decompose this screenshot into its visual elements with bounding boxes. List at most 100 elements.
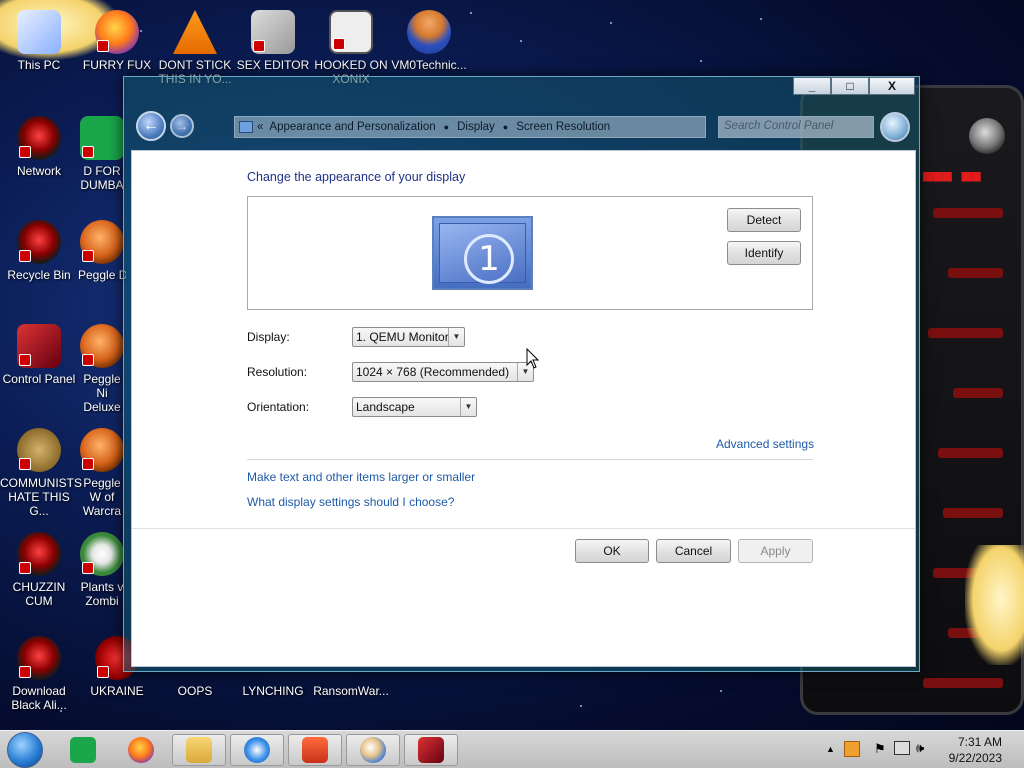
taskbar-internet-explorer[interactable] <box>230 734 284 766</box>
desktop-icon-recycle-bin[interactable]: Recycle Bin <box>0 220 78 282</box>
cartoon-character-decoration <box>965 545 1024 665</box>
taskbar-paint[interactable] <box>346 734 400 766</box>
desktop-icon-peggle-warcraft[interactable]: Peggle W of Warcra <box>78 428 126 518</box>
display-select[interactable]: 1. QEMU Monitor ▼ <box>352 327 465 347</box>
footer-divider <box>132 528 915 529</box>
cancel-button[interactable]: Cancel <box>656 539 731 563</box>
detect-button[interactable]: Detect <box>727 208 801 232</box>
screen-resolution-window: _ □ X ← → « Appearance and Personalizati… <box>123 76 920 672</box>
ok-button[interactable]: OK <box>575 539 649 563</box>
desktop-icon-dont-stick[interactable]: DONT STICK THIS IN YO... <box>156 10 234 86</box>
clock-time: 7:31 AM <box>957 735 1002 749</box>
desktop-icon-download-black-alien[interactable]: Download Black Ali... <box>0 636 78 712</box>
notes-app-icon <box>70 737 96 763</box>
firefox-icon <box>95 10 139 54</box>
navigation-bar: ← → « Appearance and Personalization ● D… <box>132 111 915 142</box>
breadcrumb-display[interactable]: Display <box>457 121 495 133</box>
screen-resolution-content: Change the appearance of your display 1 … <box>131 150 916 667</box>
taskbar-media-player[interactable] <box>288 734 342 766</box>
desktop-icon-chuzzin[interactable]: CHUZZIN CUM <box>0 532 78 608</box>
alien-decor-text: ■■■ ■■ <box>923 166 981 185</box>
desktop-icon-peggle-de[interactable]: Peggle De <box>78 220 126 282</box>
page-title: Change the appearance of your display <box>247 170 466 184</box>
breadcrumb-screen-resolution[interactable]: Screen Resolution <box>516 121 610 133</box>
display-label: Display: <box>247 330 290 344</box>
minimize-button[interactable]: _ <box>793 77 831 95</box>
hex-editor-icon <box>251 10 295 54</box>
notes-app-icon <box>80 116 124 160</box>
chevron-down-icon: ▼ <box>460 398 476 416</box>
control-panel-icon <box>418 737 444 763</box>
recycle-bin-icon <box>17 220 61 264</box>
resolution-select-value: 1024 × 768 (Recommended) <box>356 365 510 379</box>
identify-button[interactable]: Identify <box>727 241 801 265</box>
orientation-select-value: Landscape <box>356 400 415 414</box>
desktop-icon-peggle-nights[interactable]: Peggle Ni Deluxe <box>78 324 126 414</box>
desktop-icon-this-pc[interactable]: This PC <box>0 10 78 72</box>
desktop-icon-network[interactable]: Network <box>0 116 78 178</box>
clock[interactable]: 7:31 AM 9/22/2023 <box>949 734 1002 766</box>
person-icon <box>407 10 451 54</box>
resolution-label: Resolution: <box>247 365 308 379</box>
display-select-value: 1. QEMU Monitor <box>356 330 449 344</box>
action-center-flag-icon[interactable]: ⚑ <box>874 741 886 757</box>
breadcrumb-separator-icon[interactable]: ● <box>444 122 449 132</box>
desktop-icon-communists[interactable]: COMMUNISTS HATE THIS G... <box>0 428 82 518</box>
display-preview-area: 1 Detect Identify <box>247 196 813 310</box>
taskbar-file-explorer[interactable] <box>172 734 226 766</box>
desktop-icon-hooked-on-xonix[interactable]: HOOKED ON XONIX <box>312 10 390 86</box>
firefox-icon <box>128 737 154 763</box>
control-panel-icon <box>239 121 253 133</box>
peggle-icon <box>80 220 124 264</box>
desktop-icon-furry-fux[interactable]: FURRY FUX <box>78 10 156 72</box>
forward-button[interactable]: → <box>170 114 194 138</box>
address-bar[interactable]: « Appearance and Personalization ● Displ… <box>234 116 706 138</box>
advanced-settings-link[interactable]: Advanced settings <box>716 437 814 451</box>
forward-arrow-icon: → <box>176 119 188 133</box>
breadcrumb-appearance[interactable]: Appearance and Personalization <box>269 121 435 133</box>
mouse-cursor-icon <box>526 348 540 369</box>
desktop-icon-plants-vs-zombies[interactable]: Plants v Zombi <box>78 532 126 608</box>
taskbar: ▲ ⚑ 🕪 7:31 AM 9/22/2023 <box>0 730 1024 768</box>
orientation-label: Orientation: <box>247 400 310 414</box>
network-status-icon[interactable] <box>894 741 910 755</box>
desktop-icon-vm0technic[interactable]: VM0Technic... <box>390 10 468 72</box>
chevron-down-icon: ▼ <box>448 328 464 346</box>
taskbar-firefox[interactable] <box>114 734 168 766</box>
network-icon <box>17 116 61 160</box>
breadcrumb-separator-icon[interactable]: ● <box>503 122 508 132</box>
tray-app-icon[interactable] <box>844 741 860 757</box>
start-button[interactable] <box>7 732 43 768</box>
peggle-icon <box>80 324 124 368</box>
desktop-icon-sex-editor[interactable]: SEX EDITOR <box>234 10 312 72</box>
search-icon[interactable] <box>880 112 910 142</box>
taskbar-notes-app[interactable] <box>56 734 110 766</box>
orientation-select[interactable]: Landscape ▼ <box>352 397 477 417</box>
peggle-icon <box>80 428 124 472</box>
search-input[interactable]: Search Control Panel <box>718 116 874 138</box>
apply-button[interactable]: Apply <box>738 539 813 563</box>
volume-icon[interactable]: 🕪 <box>916 740 924 756</box>
desktop-icon-d-for-dumba[interactable]: D FOR DUMBA <box>78 116 126 192</box>
paint-palette-icon <box>360 737 386 763</box>
monitor-number: 1 <box>464 234 514 284</box>
resolution-select[interactable]: 1024 × 768 (Recommended) ▼ <box>352 362 534 382</box>
larger-text-link[interactable]: Make text and other items larger or smal… <box>247 470 475 484</box>
maximize-button[interactable]: □ <box>831 77 869 95</box>
monitor-1-tile[interactable]: 1 <box>432 216 533 290</box>
desktop-icon-control-panel[interactable]: Control Panel <box>0 324 78 386</box>
taskbar-control-panel[interactable] <box>404 734 458 766</box>
close-button[interactable]: X <box>869 77 915 95</box>
back-arrow-icon: ← <box>143 117 159 134</box>
display-help-link[interactable]: What display settings should I choose? <box>247 495 454 509</box>
show-hidden-icons-chevron-icon[interactable]: ▲ <box>826 744 835 754</box>
alien-download-icon <box>17 636 61 680</box>
flower-icon <box>80 532 124 576</box>
money-bag-icon <box>17 428 61 472</box>
chuzzle-icon <box>17 532 61 576</box>
clock-date: 9/22/2023 <box>948 751 1002 765</box>
breadcrumb-overflow-icon[interactable]: « <box>257 121 263 133</box>
folder-icon <box>186 737 212 763</box>
back-button[interactable]: ← <box>136 111 166 141</box>
alien-head-icon <box>969 118 1005 154</box>
